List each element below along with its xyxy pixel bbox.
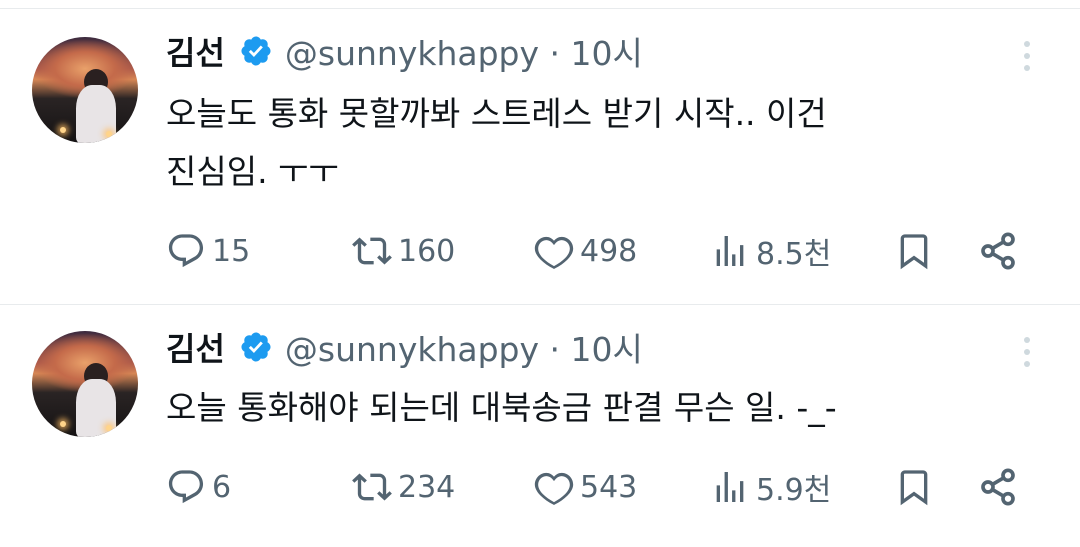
like-icon	[534, 472, 574, 505]
retweet-count: 234	[398, 469, 456, 505]
like-button[interactable]: 498	[534, 229, 637, 273]
avatar[interactable]	[32, 331, 138, 437]
views-button[interactable]: 5.9천	[710, 465, 831, 509]
action-bar: 15 160 498 8.5천	[166, 229, 1026, 273]
bookmark-button[interactable]	[894, 465, 934, 509]
avatar-candle	[106, 425, 112, 431]
like-icon	[534, 236, 574, 269]
retweet-count: 160	[398, 233, 456, 269]
like-count: 543	[580, 469, 638, 505]
more-icon[interactable]	[1018, 41, 1036, 81]
tweet-header: 김선 @sunnykhappy · 10시	[166, 323, 643, 371]
views-icon	[716, 236, 744, 266]
share-button[interactable]	[978, 465, 1018, 509]
avatar[interactable]	[32, 37, 138, 143]
share-icon	[981, 232, 1015, 270]
reply-icon	[168, 234, 204, 268]
views-count: 5.9천	[756, 473, 832, 508]
tweet-text: 오늘 통화해야 되는데 대북송금 판결 무슨 일. -_-	[166, 379, 1046, 437]
handle-and-time[interactable]: @sunnykhappy · 10시	[285, 323, 643, 371]
bookmark-button[interactable]	[894, 229, 934, 273]
reply-button[interactable]: 15	[166, 229, 250, 273]
bookmark-icon	[900, 470, 928, 506]
tweet[interactable]: 김선 @sunnykhappy · 10시 오늘 통화해야 되는데 대북송금 판…	[0, 304, 1080, 547]
tweet-text-line: 오늘 통화해야 되는데 대북송금 판결 무슨 일. -_-	[166, 388, 837, 427]
tweet-header: 김선 @sunnykhappy · 10시	[166, 27, 643, 75]
retweet-button[interactable]: 234	[352, 465, 455, 509]
views-button[interactable]: 8.5천	[710, 229, 831, 273]
more-icon[interactable]	[1018, 337, 1036, 377]
reply-count: 6	[212, 469, 232, 505]
reply-button[interactable]: 6	[166, 465, 231, 509]
handle-and-time[interactable]: @sunnykhappy · 10시	[285, 27, 643, 75]
display-name[interactable]: 김선	[166, 324, 225, 370]
retweet-icon	[352, 473, 392, 501]
verified-badge-icon	[241, 332, 271, 362]
tweet-text-line: 오늘도 통화 못할까봐 스트레스 받기 시작.. 이건	[166, 94, 827, 133]
reply-count: 15	[212, 233, 251, 269]
share-button[interactable]	[978, 229, 1018, 273]
like-count: 498	[580, 233, 638, 269]
avatar-candle	[60, 127, 66, 133]
tweet-text-line: 진심임. ㅜㅜ	[166, 152, 339, 191]
share-icon	[981, 468, 1015, 506]
retweet-icon	[352, 237, 392, 265]
retweet-button[interactable]: 160	[352, 229, 455, 273]
bookmark-icon	[900, 234, 928, 270]
like-button[interactable]: 543	[534, 465, 637, 509]
avatar-candle	[60, 421, 66, 427]
views-icon	[716, 472, 744, 502]
display-name[interactable]: 김선	[166, 28, 225, 74]
reply-icon	[168, 470, 204, 504]
verified-badge-icon	[241, 36, 271, 66]
views-count: 8.5천	[756, 237, 832, 272]
tweet-text: 오늘도 통화 못할까봐 스트레스 받기 시작.. 이건 진심임. ㅜㅜ	[166, 85, 1046, 201]
tweet[interactable]: 김선 @sunnykhappy · 10시 오늘도 통화 못할까봐 스트레스 받…	[0, 8, 1080, 305]
avatar-candle	[106, 131, 112, 137]
action-bar: 6 234 543 5.9천	[166, 465, 1026, 509]
